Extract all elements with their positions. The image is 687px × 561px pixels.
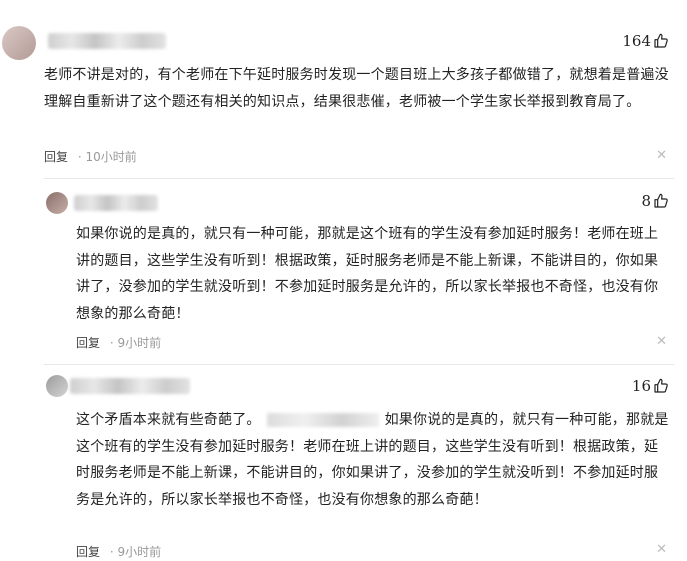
comment-meta: 回复 · 9小时前 bbox=[76, 334, 161, 351]
avatar[interactable] bbox=[46, 192, 68, 214]
reply-button[interactable]: 回复 bbox=[76, 336, 100, 350]
username-redacted[interactable] bbox=[70, 378, 190, 394]
like-button[interactable]: 16 bbox=[632, 377, 669, 395]
comment-text: 老师不讲是对的，有个老师在下午延时服务时发现一个题目班上大多孩子都做错了，就想着… bbox=[44, 67, 669, 110]
like-count: 8 bbox=[641, 192, 651, 210]
timestamp: · 9小时前 bbox=[109, 336, 162, 350]
close-icon[interactable]: ✕ bbox=[656, 543, 667, 556]
thumbs-up-icon bbox=[654, 33, 668, 48]
like-button[interactable]: 164 bbox=[622, 32, 669, 50]
close-icon[interactable]: ✕ bbox=[656, 335, 667, 348]
like-count: 164 bbox=[622, 32, 651, 50]
like-button[interactable]: 8 bbox=[641, 192, 669, 210]
reply-button[interactable]: 回复 bbox=[76, 545, 100, 559]
divider bbox=[44, 364, 674, 365]
thumbs-up-icon bbox=[654, 378, 668, 393]
username-redacted[interactable] bbox=[48, 33, 166, 49]
thumbs-up-icon bbox=[654, 193, 668, 208]
timestamp: · 10小时前 bbox=[77, 150, 137, 164]
like-count: 16 bbox=[631, 377, 651, 395]
reply-button[interactable]: 回复 bbox=[44, 150, 68, 164]
avatar[interactable] bbox=[2, 26, 36, 60]
comment-meta: 回复 · 10小时前 bbox=[44, 148, 137, 165]
mention-redacted[interactable] bbox=[266, 413, 379, 427]
timestamp: · 9小时前 bbox=[109, 545, 162, 559]
avatar[interactable] bbox=[46, 375, 68, 397]
comment-meta: 回复 · 9小时前 bbox=[76, 543, 161, 560]
close-icon[interactable]: ✕ bbox=[656, 149, 667, 162]
username-redacted[interactable] bbox=[74, 195, 158, 211]
comment-text: 这个矛盾本来就有些奇葩了。 如果你说的是真的，就只有一种可能，那就是这个班有的学生… bbox=[76, 412, 669, 508]
comment-text: 如果你说的是真的，就只有一种可能，那就是这个班有的学生没有参加延时服务！老师在班… bbox=[76, 226, 659, 322]
divider bbox=[44, 178, 674, 179]
